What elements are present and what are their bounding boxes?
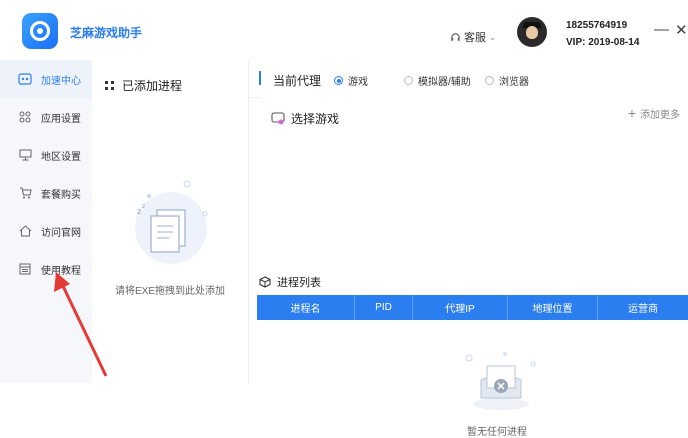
cart-icon — [18, 186, 32, 200]
empty-box-icon — [465, 352, 536, 410]
book-icon — [18, 262, 32, 276]
radio-icon — [404, 76, 413, 85]
sidebar-item-label: 加速中心 — [41, 75, 81, 87]
close-button[interactable]: ✕ — [675, 21, 688, 39]
column-header-pid[interactable]: PID — [355, 295, 413, 320]
vip-expiry: VIP: 2019-08-14 — [566, 37, 640, 48]
sidebar-item-label: 应用设置 — [41, 113, 81, 125]
app-title: 芝麻游戏助手 — [70, 26, 143, 40]
add-more-button[interactable]: + 添加更多 — [628, 105, 680, 121]
title-bar: 芝麻游戏助手 客服 ⌄ 18255764919 VIP: 2019-08-14 … — [0, 0, 688, 60]
section-marker — [259, 71, 261, 85]
plus-icon: + — [627, 105, 636, 121]
proxy-option-label: 浏览器 — [499, 77, 529, 88]
process-list-header: 进程列表 — [259, 274, 321, 290]
column-header-isp[interactable]: 运营商 — [598, 295, 688, 320]
column-header-process-name[interactable]: 进程名 — [257, 295, 355, 320]
minimize-button[interactable]: — — [654, 21, 669, 38]
add-more-label: 添加更多 — [640, 109, 680, 121]
sidebar-item-label: 访问官网 — [41, 227, 81, 239]
proxy-option-browser[interactable]: 浏览器 — [485, 73, 529, 88]
sidebar-item-acceleration-center[interactable]: 加速中心 — [0, 60, 92, 98]
proxy-option-emulator[interactable]: 模拟器/辅助 — [404, 73, 471, 88]
proxy-option-label: 模拟器/辅助 — [418, 77, 471, 88]
added-process-header: 已添加进程 — [104, 77, 182, 94]
proxy-option-game[interactable]: 游戏 — [334, 73, 368, 88]
empty-process-text: 暂无任何进程 — [467, 427, 527, 438]
chevron-down-icon: ⌄ — [489, 32, 496, 42]
select-game-title: 选择游戏 — [291, 112, 340, 126]
red-arrow-annotation-icon — [54, 272, 108, 377]
user-phone: 18255764919 — [566, 20, 628, 31]
svg-text:z: z — [137, 207, 141, 216]
drop-exe-hint: 请将EXE拖拽到此处添加 — [114, 286, 225, 297]
proxy-option-label: 游戏 — [348, 77, 368, 88]
headset-icon — [451, 32, 460, 41]
sidebar-item-app-settings[interactable]: 应用设置 — [0, 98, 92, 136]
select-game-header: 选择游戏 — [271, 110, 339, 127]
main-panel: 当前代理 游戏 模拟器/辅助 浏览器 选择游戏 + 添加更多 进程列表 进程名 … — [249, 60, 688, 438]
avatar[interactable] — [517, 17, 547, 47]
gamepad-icon — [18, 72, 32, 86]
sidebar-item-plan-purchase[interactable]: 套餐购买 — [0, 174, 92, 212]
radio-icon — [485, 76, 494, 85]
drop-files-illustration-icon: z z — [135, 180, 208, 264]
sidebar-item-label: 地区设置 — [41, 151, 81, 163]
proxy-bar: 当前代理 游戏 模拟器/辅助 浏览器 — [249, 60, 688, 98]
gamepad-icon — [271, 112, 285, 125]
process-list-title: 进程列表 — [277, 277, 321, 289]
svg-text:z: z — [142, 203, 145, 210]
proxy-title: 当前代理 — [273, 74, 322, 88]
added-process-title: 已添加进程 — [122, 79, 183, 93]
sidebar-item-official-site[interactable]: 访问官网 — [0, 212, 92, 250]
home-icon — [18, 224, 32, 238]
cube-icon — [259, 276, 271, 288]
grid-icon — [18, 110, 32, 124]
sidebar-item-region-settings[interactable]: 地区设置 — [0, 136, 92, 174]
sidebar-item-label: 套餐购买 — [41, 189, 81, 201]
added-process-panel[interactable]: 已添加进程 z z 请将EXE拖拽到此处添加 — [92, 60, 249, 383]
customer-service-label: 客服 — [464, 32, 486, 44]
radio-selected-icon — [334, 76, 343, 85]
column-header-proxy-ip[interactable]: 代理IP — [413, 295, 508, 320]
customer-service-button[interactable]: 客服 ⌄ — [450, 29, 496, 45]
column-header-location[interactable]: 地理位置 — [508, 295, 598, 320]
monitor-icon — [18, 148, 32, 162]
process-table-header: 进程名 PID 代理IP 地理位置 运营商 — [257, 295, 688, 320]
grid-dots-icon — [105, 80, 114, 90]
select-game-section: 选择游戏 + 添加更多 — [261, 97, 688, 247]
app-logo-icon — [22, 13, 58, 49]
